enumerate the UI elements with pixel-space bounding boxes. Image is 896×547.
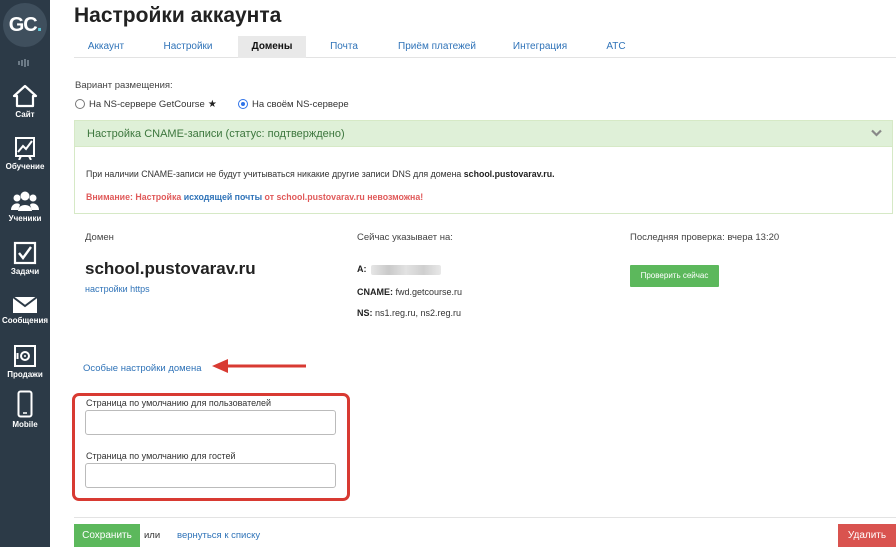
special-domain-settings-link[interactable]: Особые настройки домена <box>83 363 202 374</box>
blurred-ip <box>370 264 441 275</box>
radio-button[interactable] <box>75 99 85 109</box>
tab-domains[interactable]: Домены <box>238 36 306 58</box>
chevron-down-icon[interactable] <box>871 129 882 137</box>
radio-label: На своём NS-сервере <box>252 98 349 110</box>
save-button[interactable]: Сохранить <box>74 524 140 547</box>
domain-column-label: Домен <box>85 232 114 243</box>
sidebar-item-site[interactable]: Сайт <box>0 84 50 132</box>
last-check-label: Последняя проверка: вчера 13:20 <box>630 232 780 243</box>
home-icon <box>12 84 38 108</box>
dns-a-record: A: <box>357 264 441 275</box>
guests-default-page-input[interactable] <box>85 463 336 488</box>
cname-warning-text: Внимание: Настройка исходящей почты от s… <box>86 192 424 202</box>
users-default-page-input[interactable] <box>85 410 336 435</box>
footer-divider <box>74 517 896 518</box>
annotation-arrow <box>212 359 306 373</box>
sidebar-item-sales[interactable]: Продажи <box>0 344 50 392</box>
star-icon: ★ <box>207 98 217 110</box>
tab-integration[interactable]: Интеграция <box>504 36 576 58</box>
main-content: Настройки аккаунта Аккаунт Настройки Дом… <box>50 0 896 547</box>
phone-icon <box>17 390 33 418</box>
sidebar-item-messages[interactable]: Сообщения <box>0 296 50 344</box>
cname-panel-header[interactable]: Настройка CNAME-записи (статус: подтверж… <box>75 121 892 147</box>
tab-bar: Аккаунт Настройки Домены Почта Приём пла… <box>74 36 896 58</box>
sidebar-item-tasks[interactable]: Задачи <box>0 241 50 289</box>
page-title: Настройки аккаунта <box>74 4 282 27</box>
users-page-label: Страница по умолчанию для пользователей <box>86 398 272 408</box>
radio-ns-own[interactable]: На своём NS-сервере <box>238 98 349 110</box>
safe-icon <box>14 345 36 367</box>
sidebar-item-mobile[interactable]: Mobile <box>0 390 50 438</box>
cname-panel: Настройка CNAME-записи (статус: подтверж… <box>74 120 893 214</box>
logo-mark: GC. <box>3 3 47 47</box>
envelope-icon <box>12 296 38 313</box>
sidebar-item-label: Сообщения <box>1 316 49 325</box>
collapse-sidebar-icon[interactable] <box>0 56 50 70</box>
tab-account[interactable]: Аккаунт <box>74 36 138 58</box>
tab-payments[interactable]: Приём платежей <box>392 36 482 58</box>
sidebar-item-label: Задачи <box>10 267 40 276</box>
radio-button[interactable] <box>238 99 248 109</box>
dns-cname-record: CNAME: fwd.getcourse.ru <box>357 287 463 297</box>
sidebar-item-label: Mobile <box>12 420 38 429</box>
check-now-button[interactable]: Проверить сейчас <box>630 265 719 287</box>
or-text: или <box>144 530 161 541</box>
sidebar: GC. Сайт Обучение Ученики Задачи Сообщен… <box>0 0 50 547</box>
guests-page-label: Страница по умолчанию для гостей <box>86 451 236 461</box>
cname-info-text: При наличии CNAME-записи не будут учитыв… <box>86 169 555 179</box>
radio-ns-getcourse[interactable]: На NS-сервере GetCourse ★ <box>75 98 217 110</box>
sidebar-item-label: Продажи <box>7 370 43 379</box>
chart-icon <box>15 137 35 160</box>
sidebar-item-students[interactable]: Ученики <box>0 190 50 238</box>
cname-panel-title: Настройка CNAME-записи (статус: подтверж… <box>87 128 345 140</box>
delete-button[interactable]: Удалить <box>838 524 896 547</box>
placement-label: Вариант размещения: <box>75 80 173 91</box>
https-settings-link[interactable]: настройки https <box>85 284 150 294</box>
back-to-list-link[interactable]: вернуться к списку <box>177 530 260 541</box>
domain-name: school.pustovarav.ru <box>85 259 256 278</box>
radio-label: На NS-сервере GetCourse <box>89 98 205 110</box>
sidebar-item-learning[interactable]: Обучение <box>0 136 50 184</box>
dns-ns-record: NS: ns1.reg.ru, ns2.reg.ru <box>357 308 462 318</box>
outgoing-mail-link[interactable]: исходящей почты <box>184 192 262 202</box>
checkbox-icon <box>13 241 37 265</box>
users-icon <box>11 191 39 211</box>
points-to-label: Сейчас указывает на: <box>357 232 453 243</box>
sidebar-item-label: Сайт <box>15 110 35 119</box>
sidebar-item-label: Обучение <box>5 162 45 171</box>
logo[interactable]: GC. <box>0 0 50 50</box>
sidebar-item-label: Ученики <box>8 214 42 223</box>
tab-ats[interactable]: АТС <box>596 36 636 58</box>
tab-mail[interactable]: Почта <box>322 36 366 58</box>
tab-settings[interactable]: Настройки <box>152 36 224 58</box>
